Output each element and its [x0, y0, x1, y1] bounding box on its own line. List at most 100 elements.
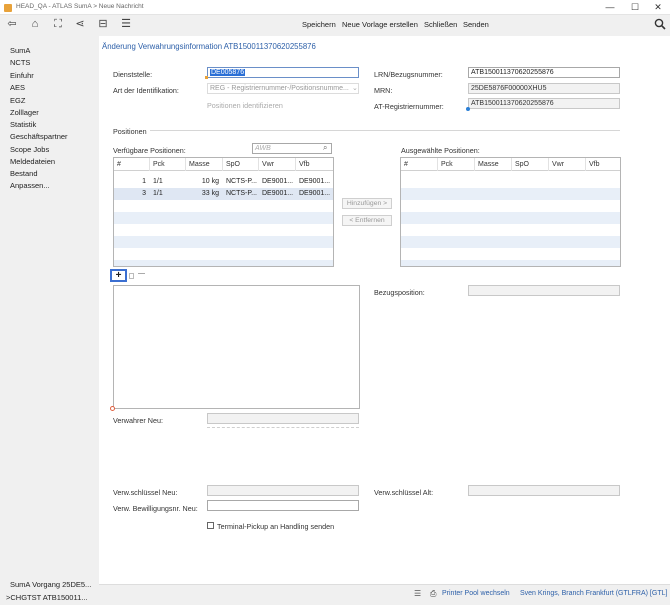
column-header[interactable]: SpO: [512, 158, 549, 171]
verwschluessel-neu-label: Verw.schlüssel Neu:: [113, 488, 178, 497]
sidebar-item-statistik[interactable]: Statistik: [10, 120, 36, 129]
sidebar-item-anpassen[interactable]: Anpassen...: [10, 181, 50, 190]
section-divider: [150, 130, 620, 131]
required-marker-icon: [205, 76, 208, 79]
terminal-pickup-label: Terminal-Pickup an Handling senden: [217, 522, 335, 531]
close-window-button[interactable]: ✕: [648, 2, 668, 13]
sidebar-item-egz[interactable]: EGZ: [10, 96, 25, 105]
sidebar-item-geschaeftspartner[interactable]: Geschäftspartner: [10, 132, 68, 141]
table-row-empty: [401, 260, 620, 266]
cell-number: 3: [142, 190, 146, 197]
send-button[interactable]: Senden: [463, 20, 489, 29]
search-icon[interactable]: [654, 18, 666, 30]
menu-icon[interactable]: ☰: [414, 589, 421, 598]
awb-search-icon[interactable]: ⌕: [323, 143, 327, 153]
verwschluessel-neu-field: [207, 485, 359, 496]
table-row-empty: [114, 236, 333, 248]
sidebar-item-ncts[interactable]: NCTS: [10, 58, 30, 67]
save-button[interactable]: Speichern: [302, 20, 336, 29]
table-row-empty: [401, 236, 620, 248]
cell-vwr: DE9001...: [262, 178, 294, 185]
add-position-button[interactable]: Hinzufügen >: [342, 198, 392, 209]
lrn-label: LRN/Bezugsnummer:: [374, 70, 443, 79]
column-header[interactable]: Vwr: [549, 158, 586, 171]
table-header: # Pck Masse SpO Vwr Vfb: [401, 158, 620, 171]
available-positions-table[interactable]: # Pck Masse SpO Vwr Vfb 1 1/1 10 kg NCTS…: [113, 157, 334, 267]
identify-positions-button[interactable]: Positionen identifizieren: [207, 101, 283, 110]
table-row-empty: [114, 260, 333, 266]
cell-masse: 33 kg: [201, 190, 219, 197]
add-item-button[interactable]: +: [110, 269, 127, 282]
art-identifikation-select[interactable]: REG - Registriernummer-/Positionsnumme..…: [207, 83, 359, 94]
cell-number: 1: [142, 178, 146, 185]
terminal-pickup-checkbox[interactable]: [207, 522, 214, 529]
page-title: Änderung Verwahrungsinformation ATB15001…: [102, 42, 316, 51]
cell-spo: NCTS-P...: [226, 178, 257, 185]
close-button[interactable]: Schließen: [424, 20, 457, 29]
sidebar-item-bestand[interactable]: Bestand: [10, 169, 38, 178]
maximize-button[interactable]: ☐: [625, 2, 645, 13]
printer-pool-link[interactable]: Printer Pool wechseln: [442, 590, 510, 597]
selected-positions-table[interactable]: # Pck Masse SpO Vwr Vfb: [400, 157, 621, 267]
column-header[interactable]: Masse: [186, 158, 223, 171]
awb-search-input[interactable]: AWB: [252, 143, 332, 154]
column-header[interactable]: SpO: [223, 158, 259, 171]
share-icon[interactable]: ⋖: [73, 17, 87, 31]
table-row[interactable]: 3 1/1 33 kg NCTS-P... DE9001... DE9001..…: [114, 188, 333, 200]
dienststelle-field[interactable]: DE005876: [207, 67, 359, 78]
list-view-icon[interactable]: ☰: [119, 17, 133, 31]
column-header[interactable]: #: [114, 158, 150, 171]
column-header[interactable]: Vwr: [259, 158, 296, 171]
column-header[interactable]: Pck: [438, 158, 475, 171]
dienststelle-label: Dienststelle:: [113, 70, 153, 79]
app-logo-icon: [4, 4, 12, 12]
user-info-link[interactable]: Sven Krings, Branch Frankfurt (GTLFRA) […: [520, 590, 667, 597]
chevron-down-icon: ⌄: [352, 85, 358, 92]
table-row-empty: [401, 188, 620, 200]
sidebar-open-tab-suma[interactable]: SumA Vorgang 25DE5...: [10, 580, 91, 589]
verwschluessel-alt-label: Verw.schlüssel Alt:: [374, 488, 434, 497]
detail-list[interactable]: [113, 285, 360, 409]
sidebar-item-zolllager[interactable]: Zolllager: [10, 108, 39, 117]
sidebar-item-suma[interactable]: SumA: [10, 46, 30, 55]
column-header[interactable]: #: [401, 158, 438, 171]
column-header[interactable]: Pck: [150, 158, 186, 171]
copy-icon[interactable]: [129, 273, 134, 279]
sidebar-open-tab-chgtst[interactable]: >CHGTST ATB150011...: [6, 593, 88, 602]
dienststelle-value: DE005876: [210, 69, 246, 76]
inbox-icon[interactable]: ⊟: [96, 17, 110, 31]
sidebar-item-einfuhr[interactable]: Einfuhr: [10, 71, 34, 80]
cell-masse: 10 kg: [201, 178, 219, 185]
column-header[interactable]: Vfb: [586, 158, 620, 171]
printer-icon: ⎙: [430, 589, 437, 598]
art-identifikation-value: REG - Registriernummer-/Positionsnumme..…: [210, 85, 349, 92]
cell-vfb: DE9001...: [299, 178, 331, 185]
mrn-field: 25DE5876F00000XHU5: [468, 83, 620, 94]
bewilligungsnr-label: Verw. Bewilligungsnr. Neu:: [113, 504, 198, 513]
lrn-field[interactable]: ATB150011370620255876: [468, 67, 620, 78]
remove-position-button[interactable]: < Entfernen: [342, 215, 392, 226]
column-header[interactable]: Masse: [475, 158, 512, 171]
back-icon[interactable]: ⇦: [5, 17, 19, 31]
column-header[interactable]: Vfb: [296, 158, 333, 171]
verwschluessel-alt-field: [468, 485, 620, 496]
at-registriernummer-field: ATB150011370620255876: [468, 98, 620, 109]
window-title: HEAD_QA - ATLAS SumA > Neue Nachricht: [16, 3, 144, 10]
bewilligungsnr-field[interactable]: [207, 500, 359, 511]
sidebar: [0, 36, 98, 589]
sidebar-item-meldedateien[interactable]: Meldedateien: [10, 157, 55, 166]
sidebar-item-scope-jobs[interactable]: Scope Jobs: [10, 145, 49, 154]
remove-item-button[interactable]: —: [138, 270, 145, 277]
error-marker-icon: [110, 406, 115, 411]
table-row-empty: [114, 212, 333, 224]
table-row[interactable]: 1 1/1 10 kg NCTS-P... DE9001... DE9001..…: [114, 176, 333, 188]
table-row-empty: [401, 212, 620, 224]
bezugsposition-label: Bezugsposition:: [374, 288, 425, 297]
home-icon[interactable]: ⌂: [28, 17, 42, 31]
verwahrer-neu-field: [207, 413, 359, 424]
minimize-button[interactable]: —: [600, 2, 620, 13]
cell-vfb: DE9001...: [299, 190, 331, 197]
sidebar-item-aes[interactable]: AES: [10, 83, 25, 92]
fullscreen-icon[interactable]: ⛶: [51, 17, 65, 31]
new-template-button[interactable]: Neue Vorlage erstellen: [342, 20, 418, 29]
